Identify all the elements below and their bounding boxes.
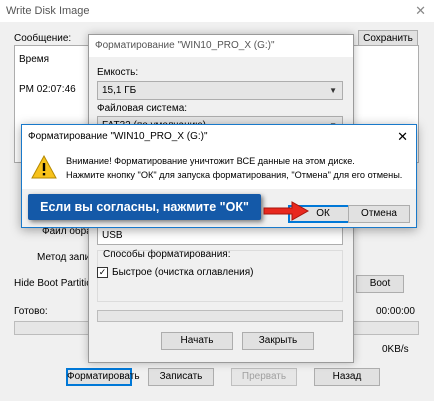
close-icon[interactable]: ✕ [415,3,426,19]
abort-button[interactable]: Прервать [231,368,297,386]
message-label: Сообщение: [14,33,72,44]
speed-value: 0KB/s [382,344,409,355]
filesystem-label: Файловая система: [97,103,188,114]
back-button[interactable]: Назад [314,368,380,386]
window-title: Write Disk Image [6,5,90,17]
chevron-down-icon: ▼ [329,86,337,95]
quick-format-checkbox[interactable]: ✓ [97,267,108,278]
hide-boot-label: Hide Boot Partition [14,278,98,289]
checkmark-icon: ✓ [98,267,107,277]
instruction-callout: Если вы согласны, нажмите "ОК" [28,194,261,220]
warning-icon [31,155,57,179]
volume-label-input[interactable]: USB [97,226,343,245]
cancel-button[interactable]: Отмена [348,205,410,223]
warning-line-1: Внимание! Форматирование уничтожит ВСЕ д… [66,156,355,166]
boot-button[interactable]: Boot [356,275,404,293]
format-dialog-title-bar: Форматирование "WIN10_PRO_X (G:)" [89,35,353,57]
title-bar: Write Disk Image ✕ [0,0,434,22]
boot-button-label: Boot [369,278,391,289]
capacity-value: 15,1 ГБ [102,85,137,96]
write-button[interactable]: Записать [148,368,214,386]
warning-message-area: Внимание! Форматирование уничтожит ВСЕ д… [22,149,416,189]
elapsed-time: 00:00:00 [376,306,415,317]
format-progress-bar [97,310,343,322]
start-button[interactable]: Начать [161,332,233,350]
close-icon[interactable]: ✕ [397,129,408,145]
format-methods-label: Способы форматирования: [103,249,231,260]
volume-label-value: USB [102,230,123,241]
log-header: Время [19,54,50,65]
log-time: PM 02:07:46 [19,84,76,95]
red-arrow-icon [263,201,310,221]
capacity-label: Емкость: [97,67,139,78]
warning-dialog-title: Форматирование "WIN10_PRO_X (G:)" [28,131,208,142]
format-button[interactable]: Форматировать [66,368,140,386]
warning-dialog-title-bar: Форматирование "WIN10_PRO_X (G:)" ✕ [22,125,416,149]
ready-label: Готово: [14,306,48,317]
close-button[interactable]: Закрыть [242,332,314,350]
capacity-select[interactable]: 15,1 ГБ ▼ [97,81,343,100]
quick-format-label: Быстрое (очистка оглавления) [112,267,254,278]
warning-line-2: Нажмите кнопку "ОК" для запуска форматир… [66,170,403,180]
format-dialog-title: Форматирование "WIN10_PRO_X (G:)" [95,40,275,51]
